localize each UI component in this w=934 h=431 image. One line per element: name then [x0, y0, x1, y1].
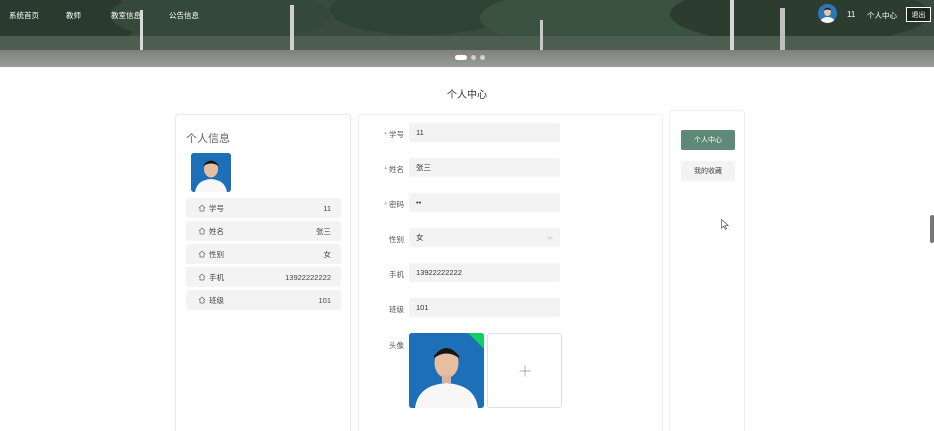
carousel-dot[interactable] — [480, 55, 485, 60]
profile-row-student-id: 学号 11 — [186, 198, 341, 218]
profile-row-label: 学号 — [209, 203, 224, 213]
nav-home[interactable]: 系统首页 — [9, 10, 39, 21]
person-photo-icon — [191, 153, 231, 192]
nav-teacher[interactable]: 教师 — [66, 10, 81, 21]
menu-my-favorites[interactable]: 我的收藏 — [681, 161, 735, 181]
class-input[interactable]: 101 — [409, 298, 560, 317]
carousel-indicators — [455, 55, 485, 60]
scrollbar[interactable] — [930, 215, 934, 243]
mouse-cursor-icon — [721, 219, 729, 230]
avatar-upload-button[interactable] — [487, 333, 562, 408]
profile-row-label: 班级 — [209, 295, 224, 305]
profile-row-value: 女 — [323, 249, 332, 259]
nav-announcements[interactable]: 公告信息 — [169, 10, 199, 21]
profile-row-value: 13922222222 — [285, 272, 331, 282]
personal-center-link[interactable]: 个人中心 — [867, 10, 897, 21]
profile-row-phone: 手机 13922222222 — [186, 267, 341, 287]
field-label-class: 班级 — [389, 305, 404, 314]
chevron-down-icon — [547, 236, 553, 240]
carousel-dot[interactable] — [455, 55, 467, 60]
name-input[interactable]: 张三 — [409, 158, 560, 177]
username: 11 — [847, 10, 856, 19]
page-title: 个人中心 — [447, 90, 487, 101]
logout-button[interactable]: 退出 — [906, 7, 931, 22]
profile-row-label: 手机 — [209, 272, 224, 282]
profile-row-value: 101 — [318, 295, 331, 305]
person-photo-icon — [409, 333, 484, 408]
field-label-phone: 手机 — [389, 270, 404, 279]
field-label-student-id: * 学号 — [384, 130, 404, 139]
profile-row-label: 姓名 — [209, 226, 224, 236]
home-icon — [198, 296, 206, 304]
profile-row-value: 11 — [323, 203, 331, 213]
nav-classroom-info[interactable]: 教室信息 — [111, 10, 141, 21]
menu-personal-center[interactable]: 个人中心 — [681, 130, 735, 150]
field-label-gender: 性别 — [389, 235, 404, 244]
user-avatar[interactable] — [818, 4, 837, 23]
profile-row-label: 性别 — [209, 249, 224, 259]
home-icon — [198, 227, 206, 235]
profile-row-value: 张三 — [316, 226, 331, 236]
password-input[interactable]: •• — [409, 193, 560, 212]
gender-select[interactable]: 女 — [409, 228, 560, 247]
person-photo-icon — [818, 4, 837, 23]
profile-row-name: 姓名 张三 — [186, 221, 341, 241]
field-label-name: * 姓名 — [384, 165, 404, 174]
profile-card-title: 个人信息 — [186, 133, 230, 145]
plus-icon — [519, 365, 530, 376]
student-id-input[interactable]: 11 — [409, 123, 560, 142]
gender-select-value: 女 — [416, 233, 424, 242]
profile-card: 个人信息 学号 11 姓名 张三 性别 女 手机 13922222222 班级 … — [175, 114, 351, 431]
profile-row-class: 班级 101 — [186, 290, 341, 310]
carousel-dot[interactable] — [471, 55, 476, 60]
side-menu — [669, 110, 745, 431]
field-label-password: * 密码 — [384, 200, 404, 209]
phone-input[interactable]: 13922222222 — [409, 263, 560, 282]
home-icon — [198, 273, 206, 281]
profile-avatar — [191, 153, 231, 192]
home-icon — [198, 204, 206, 212]
profile-row-gender: 性别 女 — [186, 244, 341, 264]
avatar-preview[interactable] — [409, 333, 484, 408]
field-label-avatar: 头像 — [389, 341, 404, 350]
home-icon — [198, 250, 206, 258]
